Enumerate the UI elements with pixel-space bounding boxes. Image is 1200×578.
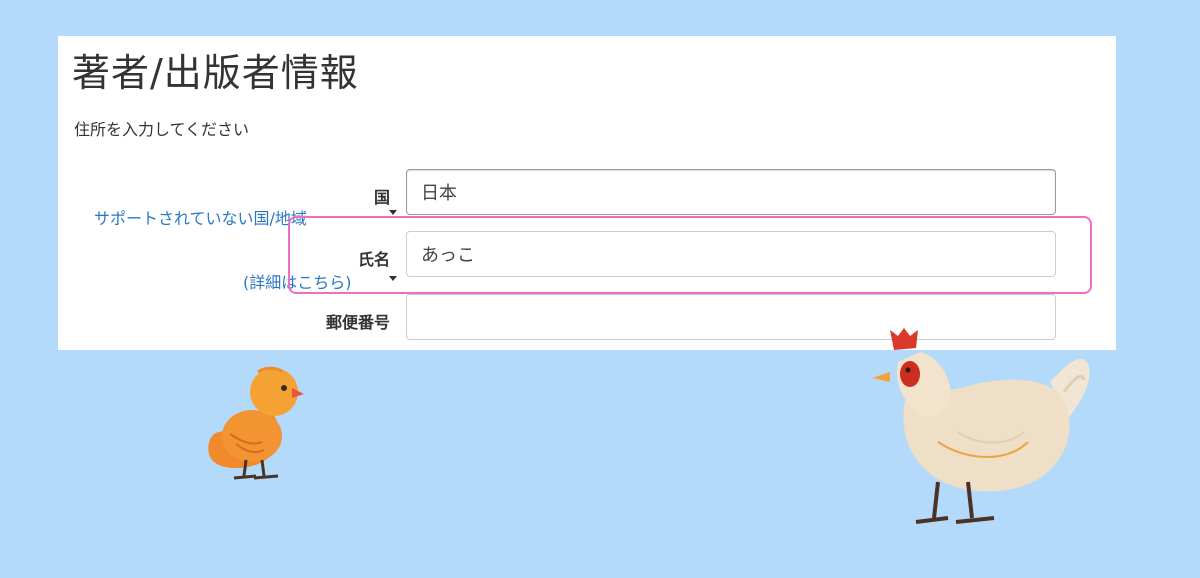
hen-illustration <box>872 328 1090 524</box>
country-field[interactable] <box>406 169 1056 215</box>
chevron-down-icon <box>389 210 397 215</box>
author-publisher-form-panel: 著者/出版者情報 住所を入力してください 国 サポートされていない国/地域 氏名… <box>58 36 1116 350</box>
country-label: 国 <box>373 188 390 207</box>
chick-illustration <box>208 366 304 480</box>
page-title: 著者/出版者情報 <box>72 51 359 95</box>
form-subtitle: 住所を入力してください <box>74 120 250 139</box>
postal-code-label: 郵便番号 <box>325 313 390 332</box>
highlight-box <box>288 216 1092 294</box>
unsupported-region-link[interactable]: サポートされていない国/地域 <box>94 205 307 229</box>
